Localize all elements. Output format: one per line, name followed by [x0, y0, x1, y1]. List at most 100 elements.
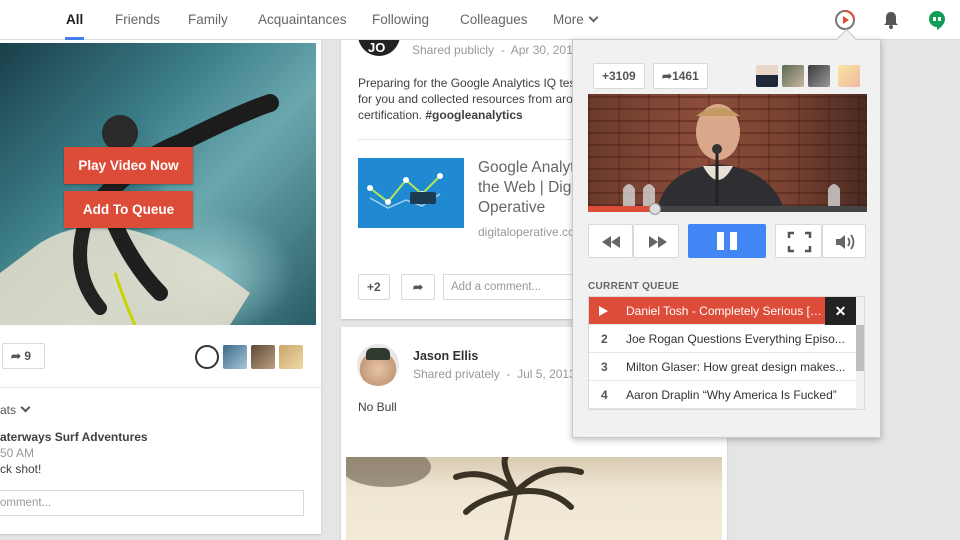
queue-list: Daniel Tosh - Completely Serious [Full ✕… — [588, 296, 865, 410]
tab-more-label: More — [553, 12, 584, 27]
video-player-popup: +3109 ➦1461 CURRENT QUEUE Daniel Tosh - … — [572, 39, 881, 438]
video-progress-fill — [588, 206, 655, 212]
comments-toggle[interactable]: ats — [0, 402, 31, 417]
fast-forward-button[interactable] — [633, 224, 679, 258]
line-graph-icon — [367, 173, 443, 209]
queue-item-title: Joe Rogan Questions Everything Episo... — [626, 332, 845, 346]
tab-following[interactable]: Following — [372, 0, 429, 40]
avatar[interactable] — [782, 65, 804, 87]
queue-scrollbar[interactable] — [856, 297, 864, 409]
hangouts-icon[interactable] — [926, 9, 948, 31]
post-visibility[interactable]: Shared publicly — [412, 43, 494, 57]
post-body: Preparing for the Google Analytics IQ te… — [358, 75, 598, 123]
queue-item-playing[interactable]: Daniel Tosh - Completely Serious [Full — [589, 297, 825, 325]
avatar[interactable]: JO — [358, 40, 400, 56]
queue-item[interactable]: 2 Joe Rogan Questions Everything Episo..… — [589, 325, 856, 353]
link-domain[interactable]: digitaloperative.com — [478, 225, 585, 239]
palm-silhouette — [341, 447, 584, 540]
rewind-button[interactable] — [588, 224, 633, 258]
queue-item[interactable]: 4 Aaron Draplin “Why America Is Fucked” — [589, 381, 856, 409]
avatar[interactable] — [357, 344, 399, 386]
queue-item-number: 3 — [601, 360, 608, 374]
tab-more[interactable]: More — [553, 0, 599, 40]
post-body-line: for you and collected resources from aro… — [358, 92, 587, 106]
add-to-queue-button[interactable]: Add To Queue — [64, 191, 193, 228]
volume-button[interactable] — [822, 224, 866, 258]
pause-button[interactable] — [688, 224, 766, 258]
video-progress-handle[interactable] — [648, 203, 661, 215]
post-body: No Bull — [358, 400, 397, 414]
avatar[interactable] — [838, 65, 860, 87]
surfer-illustration — [0, 94, 279, 326]
queue-heading: CURRENT QUEUE — [588, 281, 680, 292]
bell-icon[interactable] — [880, 9, 902, 31]
reshare-button[interactable]: ➦ — [401, 274, 435, 300]
avatar[interactable] — [195, 345, 219, 369]
queue-item-number: 4 — [601, 388, 608, 402]
commenter-name[interactable]: aterways Surf Adventures — [0, 430, 148, 444]
palm-tree-photo[interactable] — [341, 447, 722, 540]
tab-all[interactable]: All — [64, 0, 85, 40]
chevron-down-icon — [20, 402, 31, 413]
fast-forward-icon — [649, 236, 667, 248]
divider — [0, 387, 321, 388]
fullscreen-button[interactable] — [775, 224, 822, 258]
avatar[interactable] — [279, 345, 303, 369]
comment-time: 50 AM — [0, 446, 35, 460]
hashtag-link[interactable]: #googleanalytics — [425, 108, 522, 122]
video-progress-bar[interactable] — [588, 203, 867, 215]
queue-item-title: Milton Glaser: How great design makes... — [626, 360, 846, 374]
tab-friends[interactable]: Friends — [115, 0, 160, 40]
play-video-now-button[interactable]: Play Video Now — [64, 147, 193, 184]
queue-scrollbar-thumb[interactable] — [856, 325, 864, 371]
avatar[interactable] — [251, 345, 275, 369]
post-meta: Shared publicly - Apr 30, 2013 — [412, 43, 580, 57]
post-body-line: Preparing for the Google Analytics IQ te… — [358, 76, 589, 90]
share-arrow-icon: ➦ — [662, 69, 673, 83]
tab-acquaintances[interactable]: Acquaintances — [258, 0, 347, 40]
avatar[interactable] — [808, 65, 830, 87]
queue-item-title: Daniel Tosh - Completely Serious [Full — [626, 304, 822, 318]
post-date[interactable]: Apr 30, 2013 — [511, 43, 580, 57]
queue-item[interactable]: 3 Milton Glaser: How great design makes.… — [589, 353, 856, 381]
share-arrow-icon: ➦ — [11, 349, 22, 363]
comment-input[interactable]: omment... — [0, 490, 304, 516]
divider — [358, 139, 573, 140]
reshare-count: 1461 — [672, 69, 699, 83]
avatar[interactable] — [223, 345, 247, 369]
post-visibility[interactable]: Shared privately — [413, 367, 500, 381]
tab-family[interactable]: Family — [188, 0, 228, 40]
comments-toggle-label: ats — [0, 403, 17, 417]
link-preview-image[interactable] — [358, 158, 464, 228]
play-circle-icon[interactable] — [834, 9, 856, 31]
plus-one-button[interactable]: +2 — [358, 274, 390, 300]
close-icon[interactable]: ✕ — [825, 297, 856, 325]
comment-text: ck shot! — [0, 462, 42, 476]
post-date[interactable]: Jul 5, 2013 — [517, 367, 576, 381]
plus-one-button[interactable]: +3109 — [593, 63, 645, 89]
fullscreen-icon — [787, 231, 812, 253]
volume-icon — [836, 234, 855, 250]
play-icon — [599, 306, 608, 316]
author-name[interactable]: Jason Ellis — [413, 349, 478, 363]
comment-input[interactable]: Add a comment... — [443, 274, 583, 300]
reshare-button[interactable]: ➦1461 — [653, 63, 708, 89]
avatar[interactable] — [756, 65, 778, 87]
queue-item-title: Aaron Draplin “Why America Is Fucked” — [626, 388, 837, 402]
share-arrow-icon: ➦ — [412, 280, 424, 294]
cap-icon — [366, 348, 390, 360]
rewind-icon — [602, 236, 620, 248]
left-post-card: Play Video Now Add To Queue ➦ 9 ats ater… — [0, 40, 321, 534]
avatar-logo: JO — [368, 40, 386, 55]
reshare-count: 9 — [24, 349, 32, 363]
tab-colleagues[interactable]: Colleagues — [460, 0, 528, 40]
surf-video-thumbnail[interactable] — [0, 43, 316, 326]
reshare-button[interactable]: ➦ 9 — [2, 343, 45, 369]
video-frame[interactable] — [588, 94, 867, 206]
top-nav: All Friends Family Acquaintances Followi… — [0, 0, 960, 40]
post-body-line: certification. #googleanalytics — [358, 107, 598, 123]
post-body-text: certification. — [358, 108, 426, 122]
post-meta: Shared privately - Jul 5, 2013 — [413, 367, 576, 381]
chevron-down-icon — [588, 12, 599, 23]
comedian-illustration — [623, 104, 840, 206]
